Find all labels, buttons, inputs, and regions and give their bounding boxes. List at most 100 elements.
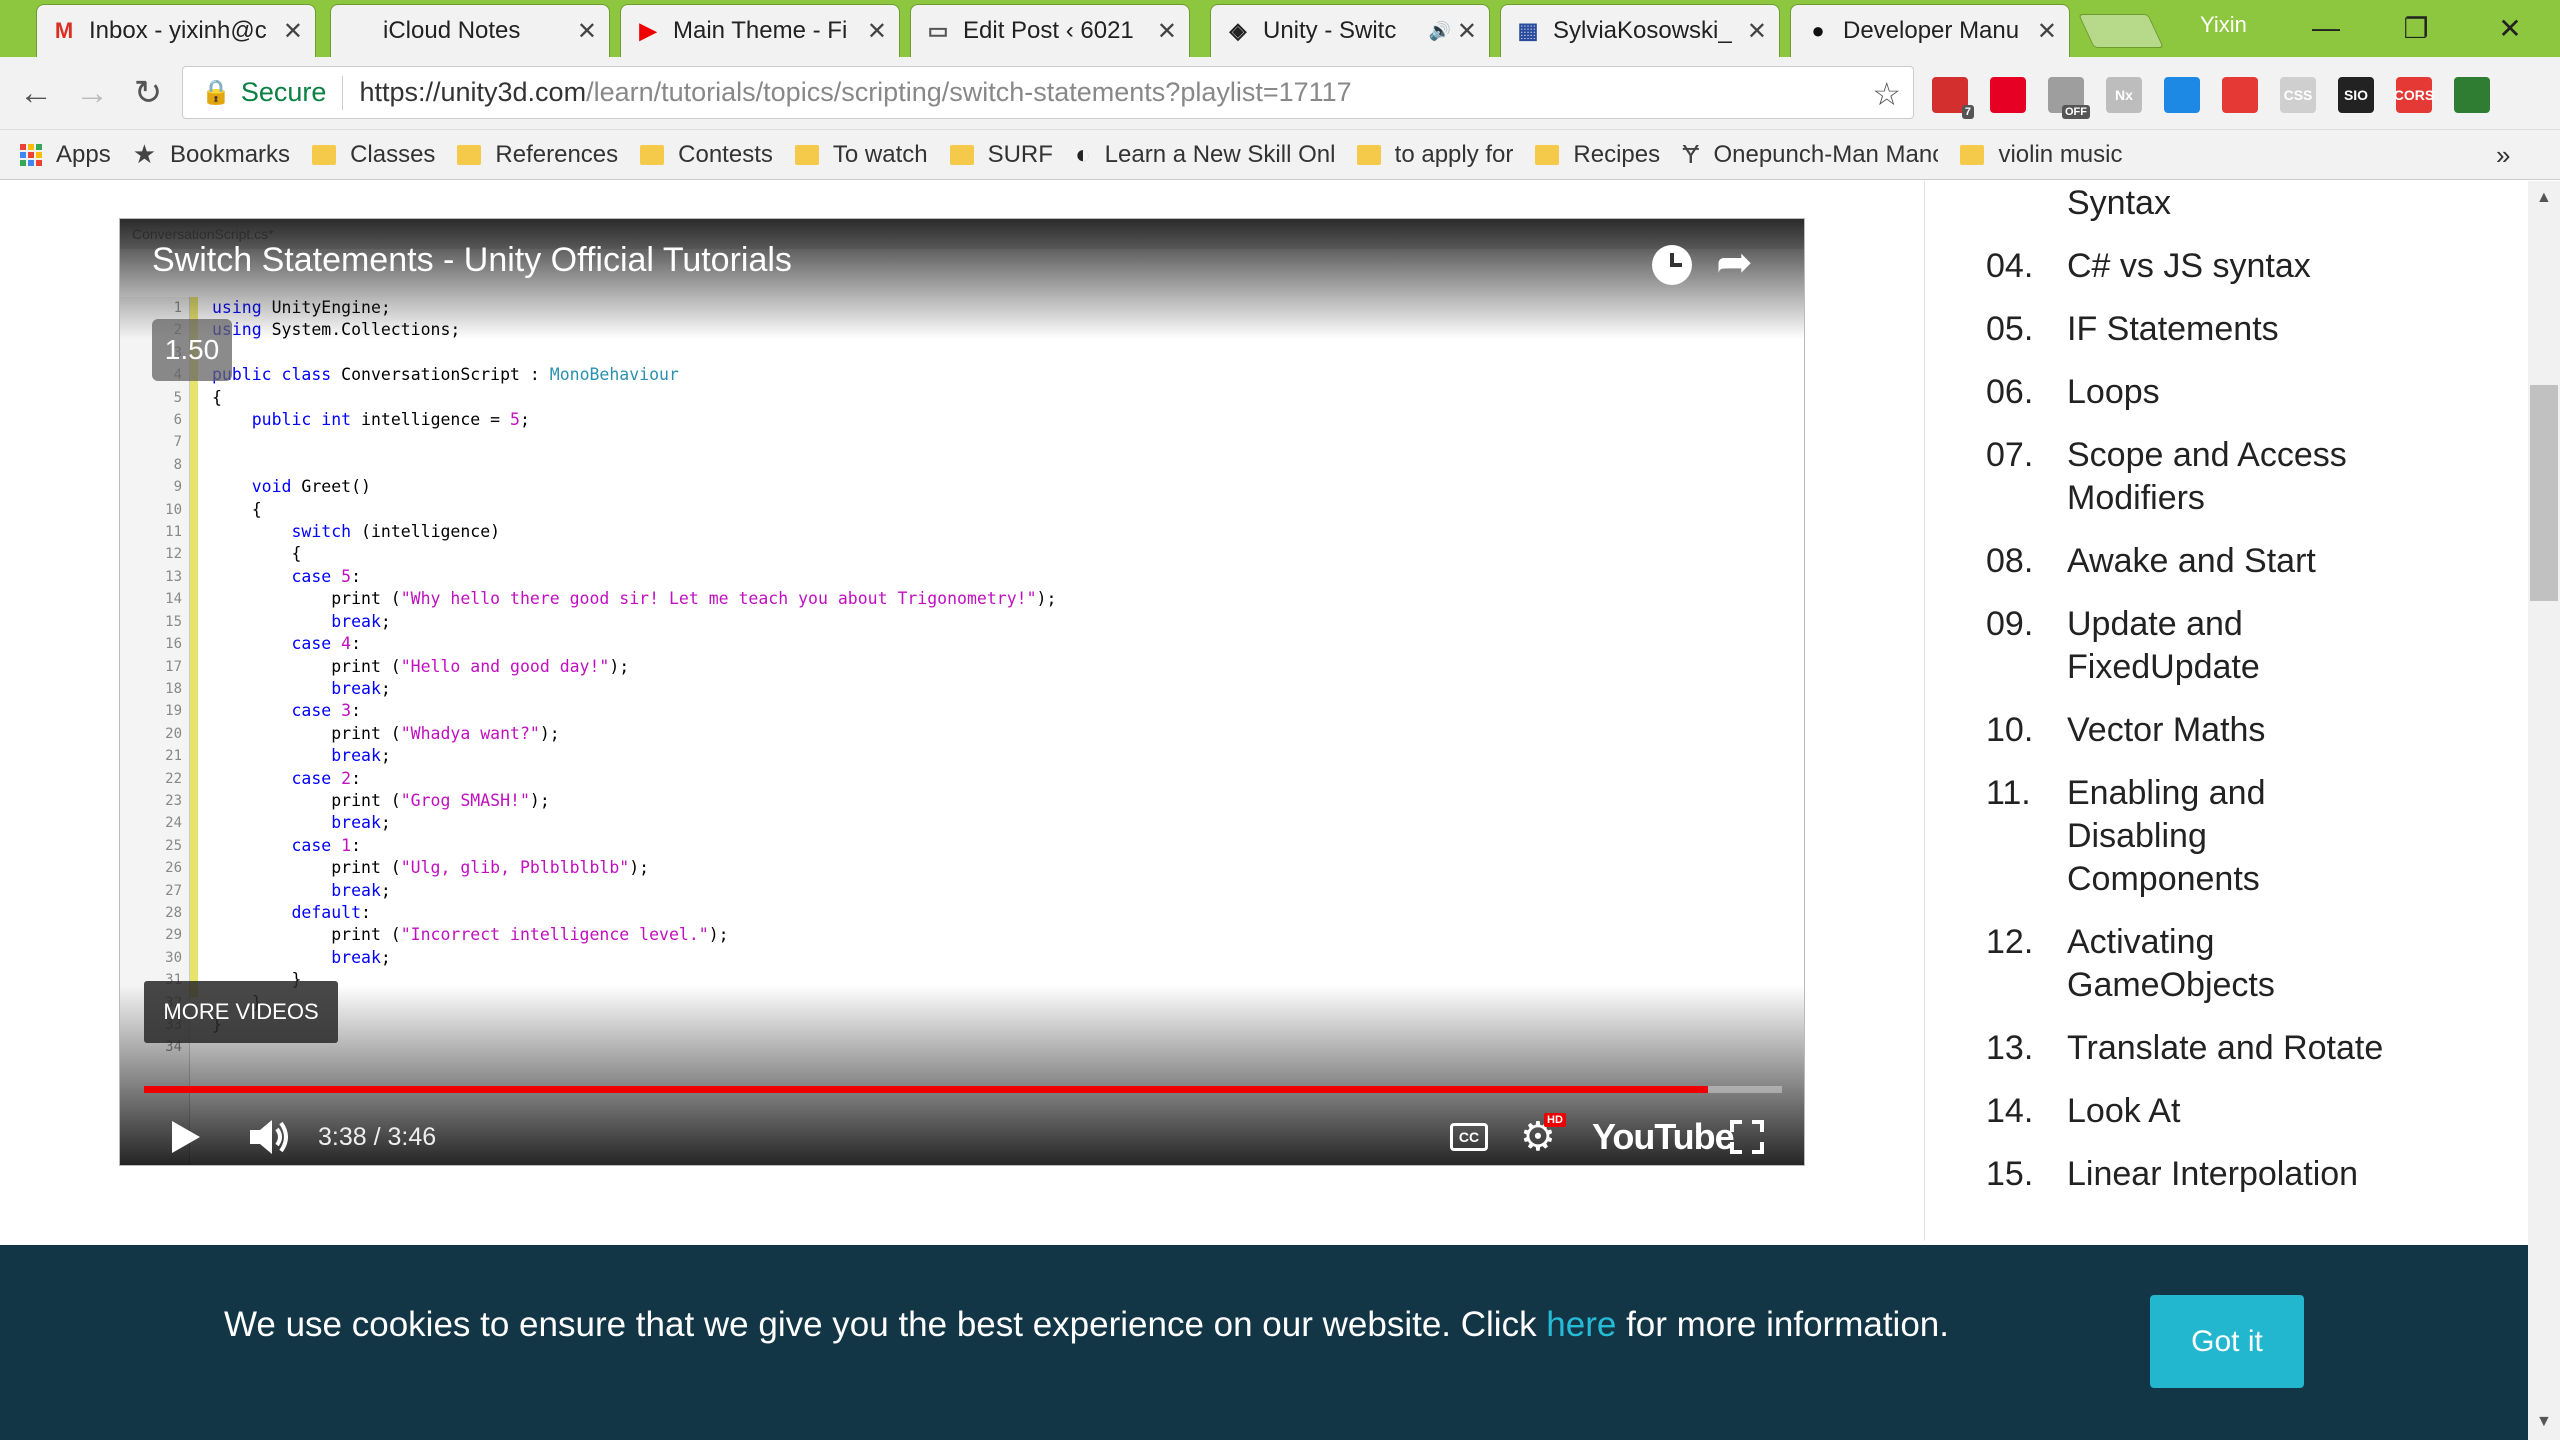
toc-number: 11. bbox=[1986, 774, 2031, 812]
pinterest-ext-icon[interactable] bbox=[1990, 77, 2026, 113]
forward-icon[interactable]: → bbox=[68, 69, 116, 117]
watch-later-icon[interactable] bbox=[1652, 245, 1692, 285]
volume-icon[interactable] bbox=[248, 1107, 292, 1165]
github-icon: ● bbox=[1811, 18, 1825, 43]
tab-close-icon[interactable]: ✕ bbox=[283, 17, 303, 46]
bookmark-label: Classes bbox=[350, 140, 436, 168]
video-player[interactable]: ConversationScript.cs* 1 2 3 4 5 6 7 8 9… bbox=[119, 218, 1805, 1166]
toc-item[interactable]: 06. Loops bbox=[1986, 371, 2406, 414]
toc-item[interactable]: 07. Scope and Access Modifiers bbox=[1986, 434, 2406, 520]
bookmark-item[interactable]: Ɏ Onepunch-Man Manc bbox=[1682, 139, 1938, 170]
tab-close-icon[interactable]: ✕ bbox=[1157, 17, 1177, 46]
bookmark-item[interactable]: SURF bbox=[949, 139, 1053, 170]
new-tab-button[interactable] bbox=[2078, 14, 2164, 48]
sio-ext-icon[interactable]: SIO bbox=[2338, 77, 2374, 113]
tab-close-icon[interactable]: ✕ bbox=[2037, 17, 2057, 46]
bookmark-label: to apply for bbox=[1394, 140, 1514, 168]
bookmark-item[interactable]: Recipes bbox=[1535, 139, 1660, 170]
toc-item[interactable]: 15. Linear Interpolation bbox=[1986, 1153, 2406, 1196]
update-ext-icon[interactable] bbox=[2454, 77, 2490, 113]
bookmark-item[interactable]: ◐ Learn a New Skill Onl bbox=[1075, 139, 1335, 170]
toc-item[interactable]: 09. Update and FixedUpdate bbox=[1986, 603, 2406, 689]
address-bar[interactable]: 🔒 Secure https://unity3d.com/learn/tutor… bbox=[182, 66, 1914, 119]
toc-item[interactable]: 11. Enabling and Disabling Components bbox=[1986, 772, 2406, 901]
bookmark-item[interactable]: References bbox=[457, 139, 618, 170]
bookmark-star-icon[interactable]: ☆ bbox=[1872, 75, 1901, 113]
url-text[interactable]: https://unity3d.com/learn/tutorials/topi… bbox=[359, 77, 1351, 108]
bookmark-label: SURF bbox=[987, 140, 1053, 168]
tab-3[interactable]: ▭ Edit Post ‹ 6021 ✕ bbox=[910, 4, 1190, 57]
bookmarks-overflow-icon[interactable]: » bbox=[2496, 140, 2510, 171]
toc-item[interactable]: 10. Vector Maths bbox=[1986, 709, 2406, 752]
tab-5[interactable]: ▦ SylviaKosowski_ ✕ bbox=[1500, 4, 1780, 57]
minimize-icon[interactable]: — bbox=[2296, 6, 2356, 50]
more-videos-button[interactable]: MORE VIDEOS bbox=[144, 981, 338, 1043]
time-display: 3:38 / 3:46 bbox=[318, 1122, 437, 1151]
tab-0[interactable]: M Inbox - yixinh@c ✕ bbox=[36, 4, 316, 57]
off-ext-icon[interactable]: OFF bbox=[2048, 77, 2090, 119]
maximize-icon[interactable]: ❐ bbox=[2386, 6, 2446, 50]
toc-item[interactable]: 08. Awake and Start bbox=[1986, 540, 2406, 583]
share-icon[interactable]: ➦ bbox=[1716, 237, 1753, 288]
css-ext-icon[interactable]: CSS bbox=[2280, 77, 2316, 113]
scroll-down-icon[interactable]: ▼ bbox=[2536, 1413, 2552, 1431]
back-icon[interactable]: ← bbox=[12, 69, 60, 117]
cors-ext-icon[interactable]: CORS bbox=[2394, 77, 2434, 113]
got-it-button[interactable]: Got it bbox=[2150, 1295, 2304, 1388]
folder-icon bbox=[312, 144, 337, 165]
video-title[interactable]: Switch Statements - Unity Official Tutor… bbox=[152, 241, 792, 280]
reload-icon[interactable]: ↻ bbox=[124, 69, 172, 117]
folder-icon bbox=[1535, 144, 1560, 165]
cookie-banner: We use cookies to ensure that we give yo… bbox=[0, 1245, 2528, 1440]
toc-number: 05. bbox=[1986, 310, 2034, 348]
progress-bar[interactable] bbox=[144, 1086, 1782, 1093]
cookie-more-info-link[interactable]: here bbox=[1546, 1305, 1616, 1344]
toc-item[interactable]: 12. Activating GameObjects bbox=[1986, 921, 2406, 1007]
toc-number: 12. bbox=[1986, 923, 2034, 961]
toc-number: 03. bbox=[1986, 181, 2067, 225]
folder-icon bbox=[1960, 144, 1985, 165]
toc-number: 15. bbox=[1986, 1155, 2034, 1193]
globe-ext-icon[interactable] bbox=[2164, 77, 2200, 113]
gmail-icon: M bbox=[54, 18, 74, 43]
bookmark-item[interactable]: violin music bbox=[1960, 139, 2122, 170]
bookmark-item[interactable]: Contests bbox=[640, 139, 773, 170]
play-icon[interactable] bbox=[170, 1107, 202, 1165]
bookmark-item[interactable]: Classes bbox=[312, 139, 435, 170]
audio-playing-icon[interactable]: 🔊 bbox=[1428, 21, 1450, 42]
tab-6[interactable]: ● Developer Manu ✕ bbox=[1790, 4, 2070, 57]
bookmark-item[interactable]: ★ Bookmarks bbox=[133, 139, 290, 170]
adblock-ext-icon[interactable]: 7 bbox=[1932, 77, 1974, 119]
bookmark-item[interactable]: To watch bbox=[794, 139, 928, 170]
tab-4[interactable]: ◈ Unity - Switc 🔊 ✕ bbox=[1210, 4, 1490, 57]
toc-item[interactable]: 13. Translate and Rotate bbox=[1986, 1027, 2406, 1070]
tab-2[interactable]: ▶ Main Theme - Fi ✕ bbox=[620, 4, 900, 57]
bookmark-apps[interactable]: Apps bbox=[20, 141, 111, 169]
star-icon: ★ bbox=[132, 139, 157, 169]
youtube-ext-icon[interactable] bbox=[2222, 77, 2258, 113]
toc-item[interactable]: 14. Look At bbox=[1986, 1090, 2406, 1133]
profile-name[interactable]: Yixin bbox=[2200, 12, 2247, 38]
scrollbar-thumb[interactable] bbox=[2530, 385, 2558, 601]
captions-icon[interactable]: CC bbox=[1450, 1107, 1488, 1165]
tab-close-icon[interactable]: ✕ bbox=[1747, 17, 1767, 46]
tab-1[interactable]: iCloud Notes ✕ bbox=[330, 4, 610, 57]
ext-badge: 7 bbox=[1961, 105, 1974, 119]
page-scrollbar[interactable]: ▲ ▼ bbox=[2528, 181, 2560, 1440]
close-window-icon[interactable]: ✕ bbox=[2480, 6, 2540, 50]
settings-gear-icon[interactable]: ⚙ HD bbox=[1520, 1107, 1566, 1165]
toc-number: 09. bbox=[1986, 605, 2034, 643]
progress-fill bbox=[144, 1086, 1709, 1093]
fullscreen-icon[interactable] bbox=[1730, 1107, 1764, 1165]
tab-close-icon[interactable]: ✕ bbox=[1457, 17, 1477, 46]
tab-close-icon[interactable]: ✕ bbox=[867, 17, 887, 46]
bookmark-item[interactable]: to apply for bbox=[1356, 139, 1514, 170]
tab-title: Unity - Switc bbox=[1263, 17, 1397, 44]
youtube-logo[interactable]: YouTube bbox=[1592, 1107, 1735, 1165]
toc-item[interactable]: 05. IF Statements bbox=[1986, 308, 2406, 351]
toc-item[interactable]: 04. C# vs JS syntax bbox=[1986, 245, 2406, 288]
toc-item[interactable]: 03.Conventions and Syntax bbox=[1986, 181, 2406, 225]
scroll-up-icon[interactable]: ▲ bbox=[2536, 189, 2552, 207]
nx-ext-icon[interactable]: Nx bbox=[2106, 77, 2142, 113]
tab-close-icon[interactable]: ✕ bbox=[577, 17, 597, 46]
